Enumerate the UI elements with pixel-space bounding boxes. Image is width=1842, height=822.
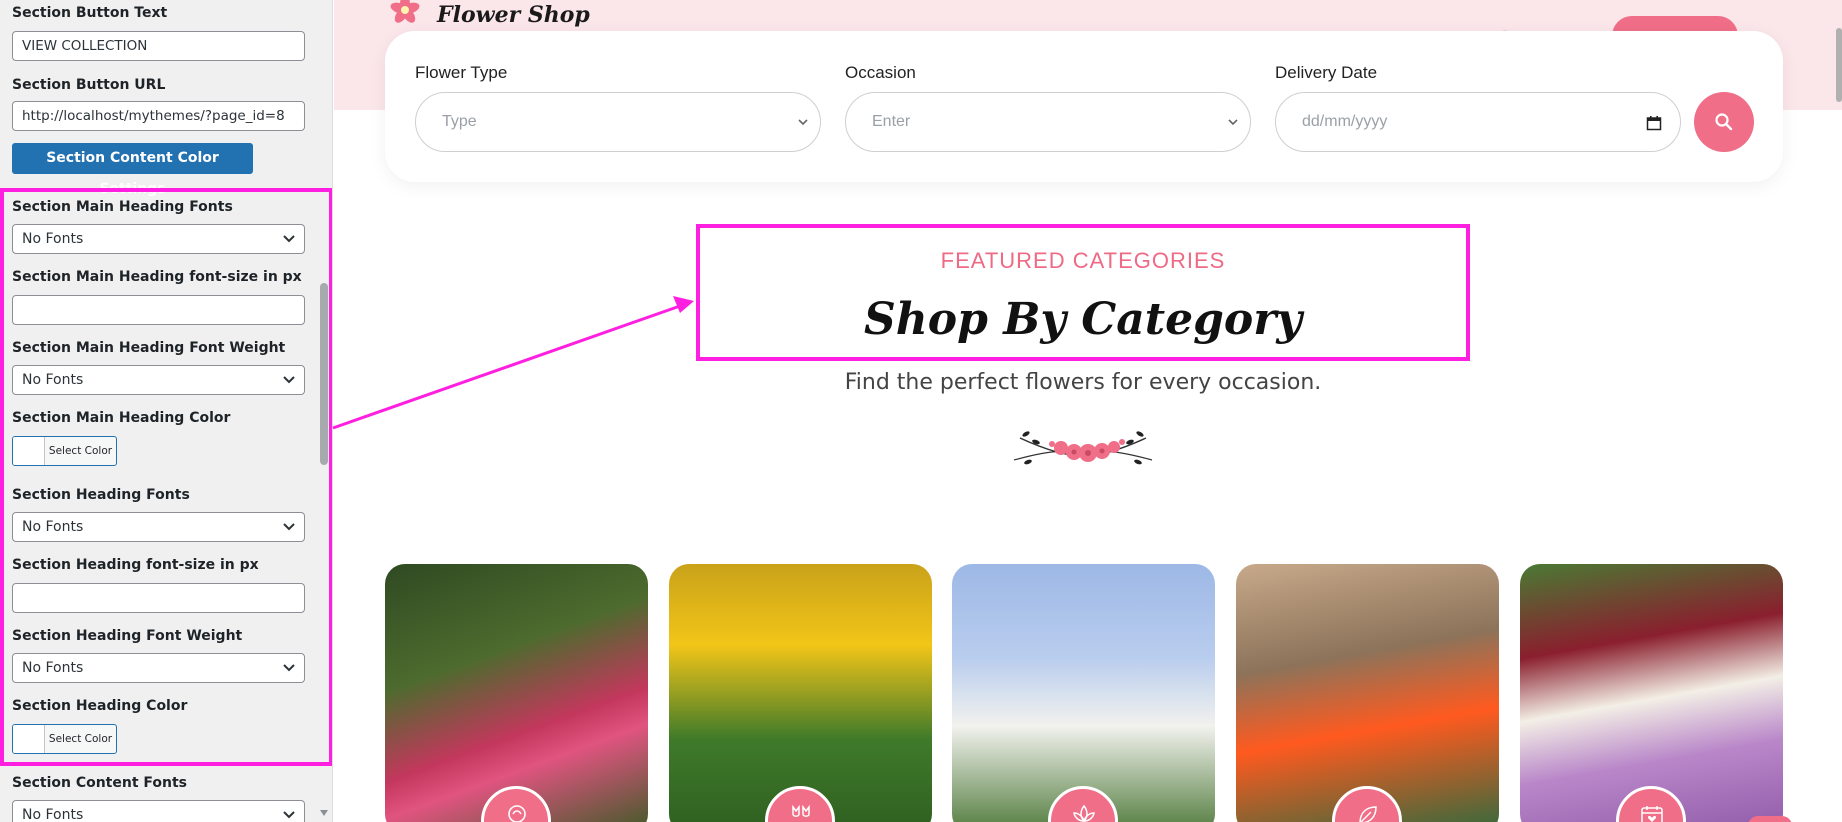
heading-color-picker[interactable]: Select Color [12,724,117,754]
category-card-lily[interactable] [952,564,1215,822]
chevron-down-icon [1228,119,1238,126]
button-url-input[interactable]: http://localhost/mythemes/?page_id=8 [12,101,305,131]
category-cards [385,544,1783,822]
heading-weight-label: Section Heading Font Weight [12,628,243,644]
site-preview: Flower Shop Flower Type Type Occasion En… [334,0,1842,822]
category-card-zinnia[interactable] [1236,564,1499,822]
leaf-icon [1359,806,1377,822]
site-logo-text[interactable]: Flower Shop [437,2,590,28]
color-swatch [13,725,45,753]
tulip-icon [792,804,810,817]
main-heading-fontsize-label: Section Main Heading font-size in px [12,269,302,285]
calendar-heart-icon [1641,806,1663,822]
heading-weight-select[interactable]: No Fonts [12,653,305,683]
preview-scrollbar-thumb[interactable] [1836,28,1842,102]
scroll-down-arrow-icon[interactable] [318,808,330,818]
button-url-label: Section Button URL [12,77,166,93]
chat-widget-peek[interactable] [1748,816,1792,822]
flower-logo-icon [390,0,420,23]
main-heading-color-picker[interactable]: Select Color [12,436,117,466]
category-icon-badge [1616,786,1686,822]
heading-fontsize-label: Section Heading font-size in px [12,557,259,573]
heading-color-label: Section Heading Color [12,698,188,714]
search-icon [1715,113,1733,131]
category-icon-badge [765,786,835,822]
delivery-date-placeholder: dd/mm/yyyy [1302,113,1388,130]
button-text-label: Section Button Text [12,5,168,21]
heading-fonts-select[interactable]: No Fonts [12,512,305,542]
flower-type-label: Flower Type [415,63,508,82]
main-heading-weight-select[interactable]: No Fonts [12,365,305,395]
select-value: No Fonts [22,660,84,676]
delivery-date-label: Delivery Date [1275,63,1378,82]
select-value: No Fonts [22,519,84,535]
heading-fonts-label: Section Heading Fonts [12,487,190,503]
search-form-card: Flower Type Type Occasion Enter Delivery… [385,31,1783,182]
chevron-down-icon [283,811,295,819]
customizer-sidebar: Section Button Text VIEW COLLECTION Sect… [0,0,333,822]
rose-icon [508,805,526,822]
heading-fontsize-input[interactable] [12,583,305,613]
chevron-down-icon [283,376,295,384]
select-color-text: Select Color [48,445,113,457]
main-heading-fontsize-input[interactable] [12,295,305,325]
heading-highlight-box: FEATURED CATEGORIES Shop By Category [696,224,1470,361]
delivery-date-input[interactable]: dd/mm/yyyy [1275,92,1681,152]
content-fonts-select[interactable]: No Fonts [12,800,305,822]
chevron-down-icon [283,523,295,531]
sidebar-scrollbar-thumb[interactable] [320,283,328,465]
chevron-down-icon [283,235,295,243]
content-fonts-label: Section Content Fonts [12,775,188,791]
section-main-heading: Shop By Category [864,294,1302,345]
category-card-tulip[interactable] [669,564,932,822]
occasion-label: Occasion [845,63,916,82]
select-value: No Fonts [22,231,84,247]
select-color-text: Select Color [48,733,113,745]
main-heading-fonts-select[interactable]: No Fonts [12,224,305,254]
main-heading-fonts-label: Section Main Heading Fonts [12,199,233,215]
lotus-icon [1073,804,1095,822]
chevron-down-icon [798,119,808,126]
button-text-input[interactable]: VIEW COLLECTION [12,31,305,61]
select-value: No Fonts [22,807,84,822]
select-value: No Fonts [22,372,84,388]
color-swatch [13,437,45,465]
chevron-down-icon [283,664,295,672]
flower-type-placeholder: Type [442,113,477,130]
search-button[interactable] [1694,92,1754,152]
section-eyebrow: FEATURED CATEGORIES [940,248,1226,273]
occasion-placeholder: Enter [872,113,911,130]
color-settings-button[interactable]: Section Content Color Settings [12,143,253,197]
main-heading-weight-label: Section Main Heading Font Weight [12,340,286,356]
category-icon-badge [1048,786,1118,822]
category-icon-badge [1332,786,1402,822]
floral-divider-icon [1013,431,1153,465]
category-icon-badge [481,786,551,822]
flower-type-select[interactable]: Type [415,92,821,152]
category-card-chrysanthemum[interactable] [1520,564,1783,822]
occasion-select[interactable]: Enter [845,92,1251,152]
category-card-rose[interactable] [385,564,648,822]
main-heading-color-label: Section Main Heading Color [12,410,231,426]
section-subheading: Find the perfect flowers for every occas… [844,370,1322,395]
calendar-icon [1646,116,1662,131]
